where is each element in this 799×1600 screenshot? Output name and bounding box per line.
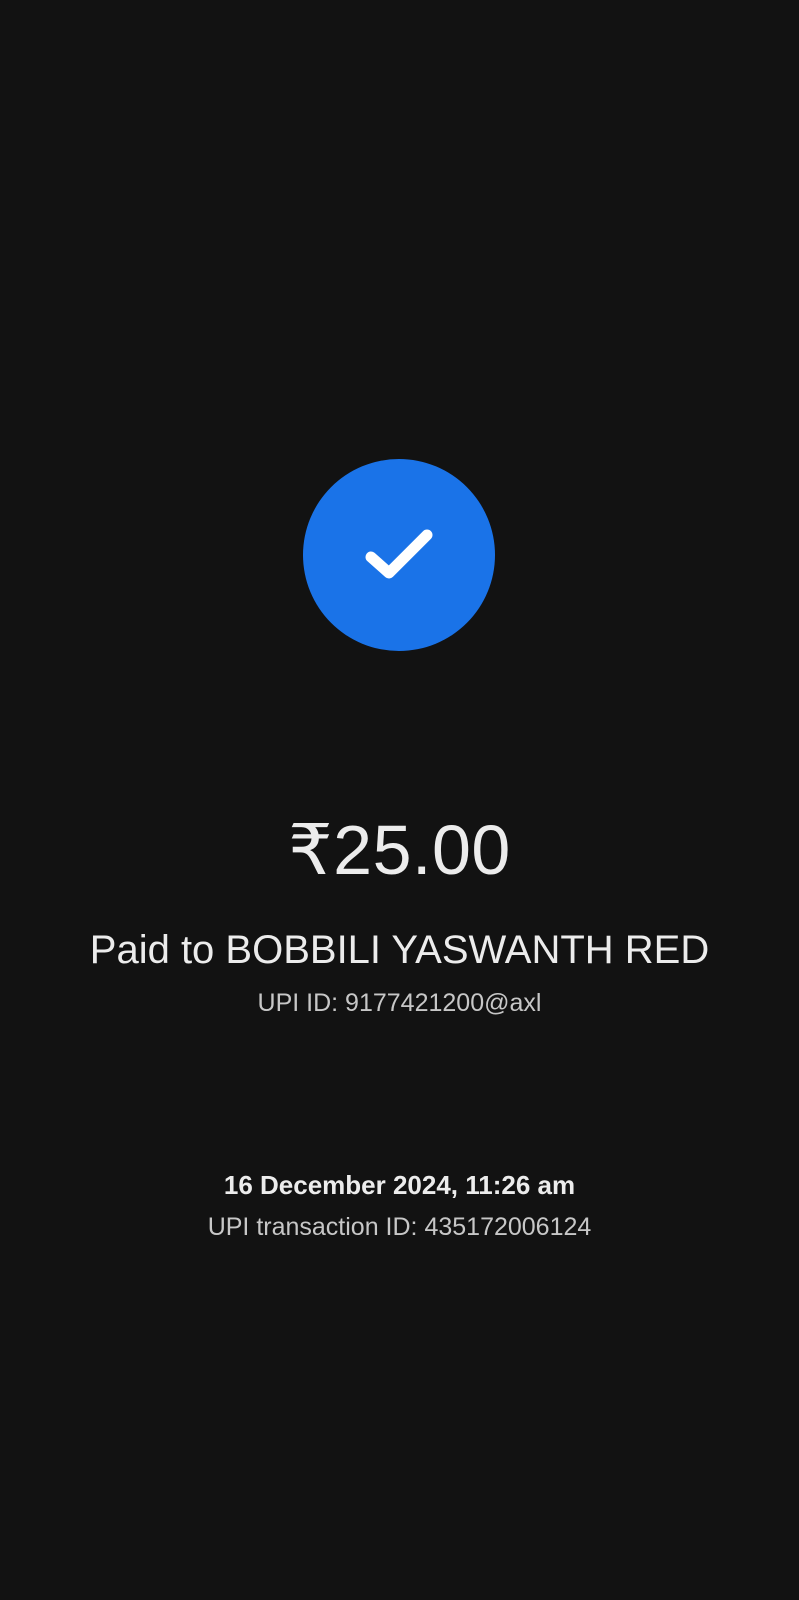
payment-success-screen: ₹25.00 Paid to BOBBILI YASWANTH RED UPI … (0, 0, 799, 1600)
upi-id: UPI ID: 9177421200@axl (257, 989, 542, 1017)
transaction-datetime: 16 December 2024, 11:26 am (223, 1170, 576, 1200)
payee-name: Paid to BOBBILI YASWANTH RED (89, 928, 710, 972)
check-icon (365, 529, 433, 579)
payment-amount: ₹25.00 (288, 811, 511, 889)
success-check-badge (303, 459, 495, 651)
upi-transaction-id: UPI transaction ID: 435172006124 (207, 1213, 592, 1241)
